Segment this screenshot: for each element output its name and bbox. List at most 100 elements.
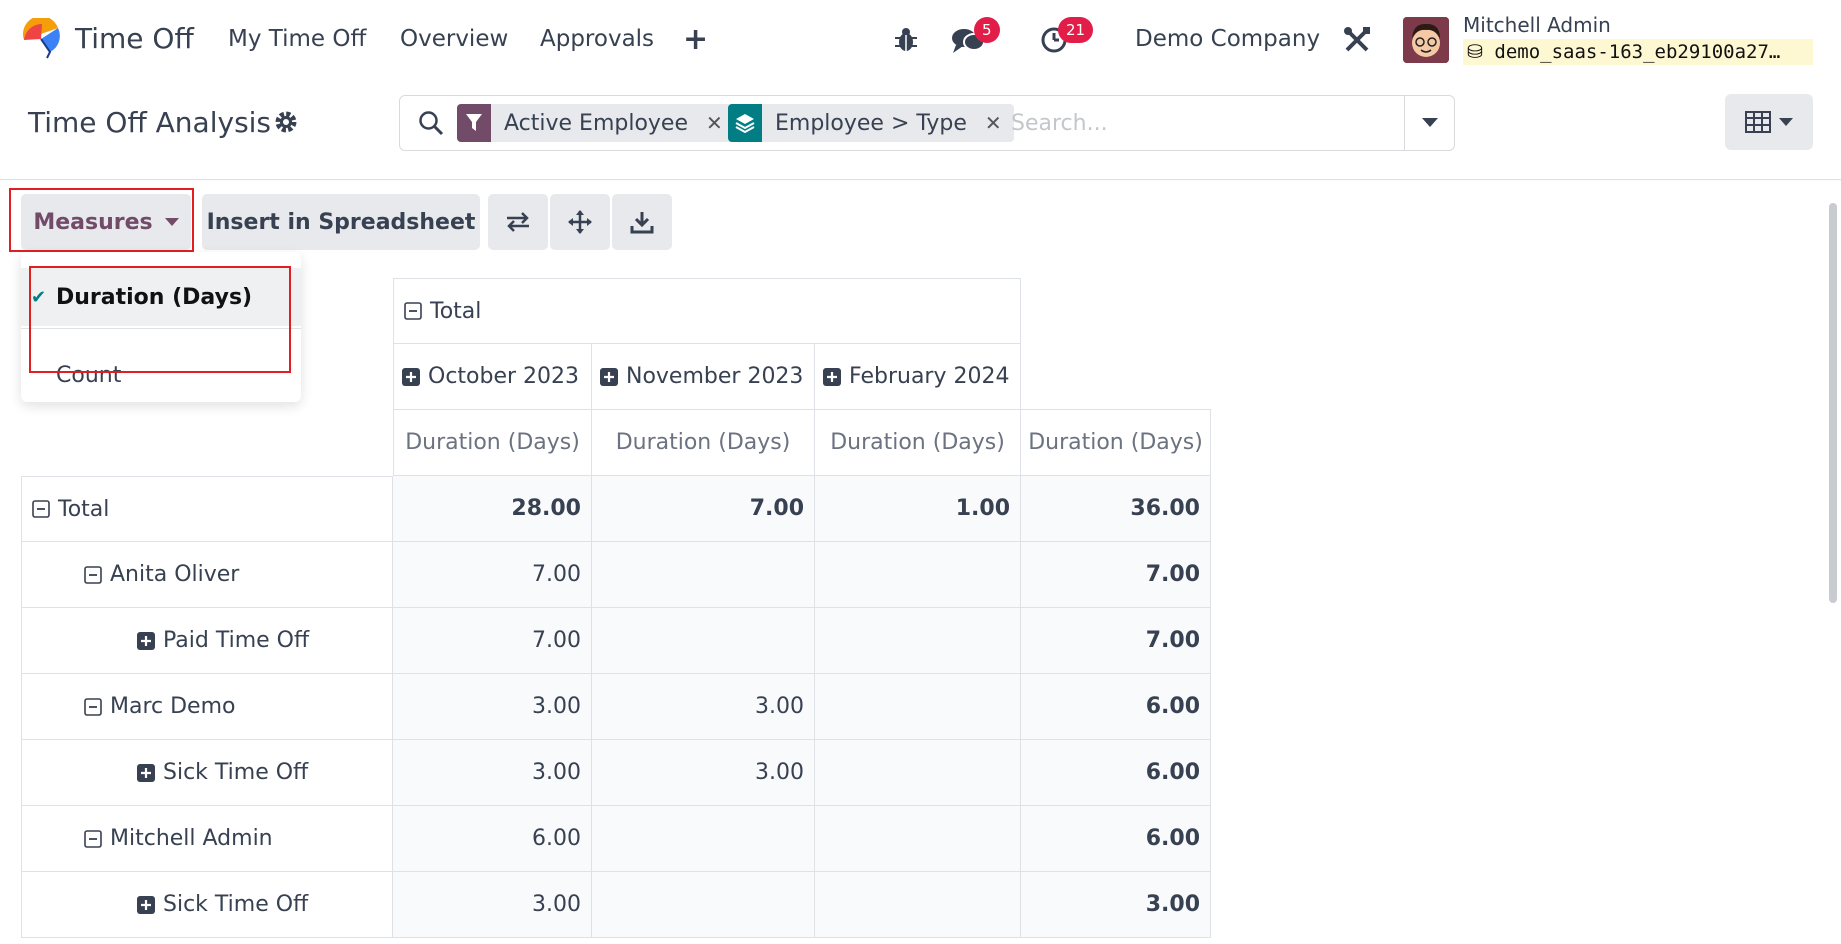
row-total-cell[interactable]: 6.00 xyxy=(1021,740,1211,806)
menu-overview[interactable]: Overview xyxy=(400,26,508,52)
scrollbar-thumb[interactable] xyxy=(1829,203,1837,603)
caret-down-icon xyxy=(164,217,179,226)
database-icon: ⛁ xyxy=(1467,41,1483,63)
gear-icon[interactable] xyxy=(274,110,298,134)
menu-approvals[interactable]: Approvals xyxy=(540,26,654,52)
download-button[interactable] xyxy=(612,194,672,250)
pivot-value-cell[interactable] xyxy=(815,542,1021,608)
company-switcher[interactable]: Demo Company xyxy=(1135,26,1320,52)
remove-facet-employee-type-icon[interactable]: ✕ xyxy=(977,111,1014,135)
col-header-total[interactable]: Total xyxy=(393,278,1021,344)
pivot-value-cell[interactable] xyxy=(592,608,815,674)
measures-button[interactable]: Measures xyxy=(21,194,191,250)
facet-groupby-employee-type: Employee > Type ✕ xyxy=(728,104,1014,142)
row-header[interactable]: Sick Time Off xyxy=(21,740,393,806)
caret-down-icon xyxy=(1779,117,1793,126)
pivot-value-cell[interactable]: 3.00 xyxy=(393,674,592,740)
search-icon[interactable] xyxy=(418,110,444,136)
caret-down-icon xyxy=(1421,118,1438,127)
row-total-cell[interactable]: 36.00 xyxy=(1021,476,1211,542)
pivot-value-cell[interactable] xyxy=(815,806,1021,872)
row-total-cell[interactable]: 3.00 xyxy=(1021,872,1211,938)
pivot-value-cell[interactable]: 7.00 xyxy=(393,608,592,674)
top-navbar: Time Off My Time Off Overview Approvals … xyxy=(0,0,1841,80)
facet-active-employee: Active Employee ✕ xyxy=(457,104,735,142)
col-header-month[interactable]: February 2024 xyxy=(815,344,1021,410)
debug-bug-icon[interactable] xyxy=(893,26,919,54)
search-options-toggle[interactable] xyxy=(1404,96,1454,150)
pivot-value-cell[interactable]: 3.00 xyxy=(592,674,815,740)
expand-icon xyxy=(137,895,155,914)
pivot-value-cell[interactable] xyxy=(592,806,815,872)
collapse-icon xyxy=(84,829,102,848)
row-header[interactable]: Sick Time Off xyxy=(21,872,393,938)
row-total-cell[interactable]: 7.00 xyxy=(1021,542,1211,608)
pivot-value-cell[interactable] xyxy=(592,872,815,938)
pivot-value-cell[interactable]: 1.00 xyxy=(815,476,1021,542)
search-input[interactable] xyxy=(1011,106,1401,140)
messages-badge: 5 xyxy=(974,17,1000,43)
exchange-icon xyxy=(507,212,529,232)
check-icon: ✔ xyxy=(30,286,47,308)
row-header[interactable]: Paid Time Off xyxy=(21,608,393,674)
pivot-value-cell[interactable] xyxy=(815,872,1021,938)
database-name: ⛁ demo_saas-163_eb29100a27… xyxy=(1463,39,1813,65)
dropdown-divider xyxy=(21,328,301,329)
vertical-scrollbar[interactable] xyxy=(1827,191,1839,931)
measure-option-duration-days[interactable]: ✔ Duration (Days) xyxy=(21,268,301,326)
menu-my-time-off[interactable]: My Time Off xyxy=(228,26,366,52)
collapse-icon xyxy=(32,500,50,518)
pivot-value-cell[interactable]: 3.00 xyxy=(393,740,592,806)
row-total-cell[interactable]: 7.00 xyxy=(1021,608,1211,674)
view-switcher[interactable] xyxy=(1725,94,1813,150)
pivot-value-cell[interactable]: 7.00 xyxy=(592,476,815,542)
pivot-value-cell[interactable]: 6.00 xyxy=(393,806,592,872)
page-title: Time Off Analysis xyxy=(28,106,272,139)
pivot-value-cell[interactable] xyxy=(815,674,1021,740)
expand-icon xyxy=(137,631,155,650)
tools-icon[interactable] xyxy=(1343,26,1371,54)
expand-icon xyxy=(600,367,618,386)
row-header[interactable]: Marc Demo xyxy=(21,674,393,740)
collapse-icon xyxy=(404,302,422,320)
measure-header[interactable]: Duration (Days) xyxy=(393,410,592,476)
measures-dropdown: ✔ Duration (Days) Count xyxy=(21,252,301,402)
row-header[interactable]: Mitchell Admin xyxy=(21,806,393,872)
app-name[interactable]: Time Off xyxy=(75,22,194,55)
pivot-value-cell[interactable] xyxy=(815,740,1021,806)
search-bar: Active Employee ✕ Employee > Type ✕ xyxy=(399,95,1455,151)
collapse-icon xyxy=(84,697,102,716)
row-total-cell[interactable]: 6.00 xyxy=(1021,674,1211,740)
measure-option-count[interactable]: Count xyxy=(21,346,301,404)
user-name[interactable]: Mitchell Admin xyxy=(1463,13,1611,37)
pivot-value-cell[interactable]: 28.00 xyxy=(393,476,592,542)
pivot-value-cell[interactable]: 3.00 xyxy=(592,740,815,806)
layers-icon xyxy=(728,104,762,142)
flip-axis-button[interactable] xyxy=(488,194,548,250)
pivot-value-cell[interactable] xyxy=(592,542,815,608)
expand-icon xyxy=(402,367,420,386)
time-off-app-icon[interactable] xyxy=(20,18,62,60)
pivot-content: Measures Insert in Spreadsheet Total Oct… xyxy=(0,181,1841,944)
user-avatar[interactable] xyxy=(1403,17,1449,63)
row-header[interactable]: Total xyxy=(21,476,393,542)
activities-badge: 21 xyxy=(1058,17,1094,43)
measure-header[interactable]: Duration (Days) xyxy=(815,410,1021,476)
measure-header[interactable]: Duration (Days) xyxy=(592,410,815,476)
expand-icon xyxy=(823,367,841,386)
download-icon xyxy=(630,212,654,234)
collapse-icon xyxy=(84,565,102,584)
col-header-month[interactable]: November 2023 xyxy=(592,344,815,410)
col-header-month[interactable]: October 2023 xyxy=(393,344,592,410)
arrows-move-icon xyxy=(568,210,592,234)
insert-in-spreadsheet-button[interactable]: Insert in Spreadsheet xyxy=(202,194,480,250)
expand-all-button[interactable] xyxy=(550,194,610,250)
pivot-value-cell[interactable]: 7.00 xyxy=(393,542,592,608)
row-header[interactable]: Anita Oliver xyxy=(21,542,393,608)
expand-icon xyxy=(137,763,155,782)
pivot-value-cell[interactable]: 3.00 xyxy=(393,872,592,938)
pivot-value-cell[interactable] xyxy=(815,608,1021,674)
new-plus-icon[interactable]: + xyxy=(683,22,708,57)
row-total-cell[interactable]: 6.00 xyxy=(1021,806,1211,872)
measure-header[interactable]: Duration (Days) xyxy=(1021,409,1211,476)
